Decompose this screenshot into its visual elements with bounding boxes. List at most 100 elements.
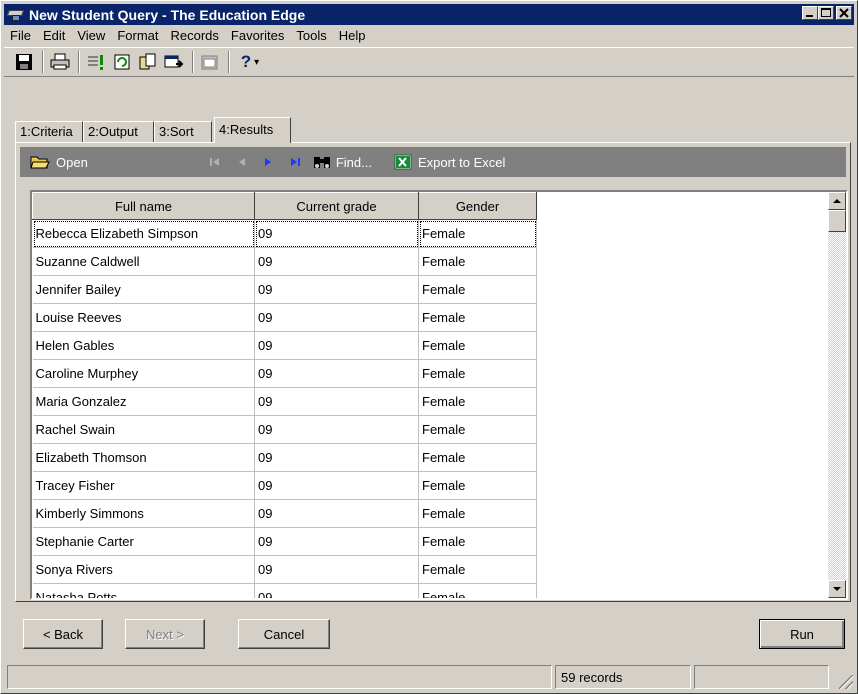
find-button[interactable]: Find... xyxy=(312,154,372,170)
cell-current-grade[interactable]: 09 xyxy=(254,443,419,472)
menu-records[interactable]: Records xyxy=(164,28,224,43)
export-excel-button[interactable]: Export to Excel xyxy=(394,154,505,170)
cell-full-name[interactable]: Caroline Murphey xyxy=(32,359,255,388)
resize-grip-icon[interactable] xyxy=(839,675,853,689)
print-icon[interactable] xyxy=(48,51,72,73)
open-button[interactable]: Open xyxy=(30,154,88,170)
next-button[interactable]: Next > xyxy=(125,619,205,649)
help-dropdown-icon[interactable]: ▾ xyxy=(254,57,259,68)
back-button[interactable]: < Back xyxy=(23,619,103,649)
cell-full-name[interactable]: Natasha Potts xyxy=(32,583,255,598)
cell-gender[interactable]: Female xyxy=(418,583,537,598)
table-row[interactable]: Rachel Swain 09 Female xyxy=(32,415,537,444)
cell-full-name[interactable]: Kimberly Simmons xyxy=(32,499,255,528)
cell-gender[interactable]: Female xyxy=(418,471,537,500)
cell-full-name[interactable]: Rebecca Elizabeth Simpson xyxy=(32,219,255,248)
close-icon[interactable] xyxy=(836,6,852,20)
results-grid[interactable]: Full name Current grade Gender Rebecca E… xyxy=(30,190,848,600)
cell-current-grade[interactable]: 09 xyxy=(254,331,419,360)
first-record-button[interactable] xyxy=(208,155,222,169)
previous-record-button[interactable] xyxy=(236,155,248,169)
cell-current-grade[interactable]: 09 xyxy=(254,415,419,444)
table-row[interactable]: Jennifer Bailey 09 Female xyxy=(32,275,537,304)
table-row[interactable]: Stephanie Carter 09 Female xyxy=(32,527,537,556)
cell-full-name[interactable]: Stephanie Carter xyxy=(32,527,255,556)
minimize-icon[interactable] xyxy=(802,6,818,20)
cell-gender[interactable]: Female xyxy=(418,219,537,248)
tab-criteria[interactable]: 1:Criteria xyxy=(15,121,83,143)
menu-view[interactable]: View xyxy=(71,28,111,43)
tab-output[interactable]: 2:Output xyxy=(83,121,154,143)
column-header-current-grade[interactable]: Current grade xyxy=(254,192,419,220)
vertical-scrollbar[interactable] xyxy=(828,192,846,598)
help-icon[interactable]: ? ▾ xyxy=(234,51,266,73)
menu-format[interactable]: Format xyxy=(111,28,164,43)
cell-full-name[interactable]: Elizabeth Thomson xyxy=(32,443,255,472)
cell-current-grade[interactable]: 09 xyxy=(254,303,419,332)
cell-current-grade[interactable]: 09 xyxy=(254,583,419,598)
copy-icon[interactable] xyxy=(136,51,160,73)
column-header-gender[interactable]: Gender xyxy=(418,192,537,220)
cell-current-grade[interactable]: 09 xyxy=(254,527,419,556)
cell-gender[interactable]: Female xyxy=(418,527,537,556)
cell-current-grade[interactable]: 09 xyxy=(254,247,419,276)
next-record-button[interactable] xyxy=(262,155,274,169)
cell-full-name[interactable]: Rachel Swain xyxy=(32,415,255,444)
tab-sort[interactable]: 3:Sort xyxy=(154,121,212,143)
cell-current-grade[interactable]: 09 xyxy=(254,219,419,248)
menu-file[interactable]: File xyxy=(4,28,37,43)
cell-gender[interactable]: Female xyxy=(418,415,537,444)
table-row[interactable]: Elizabeth Thomson 09 Female xyxy=(32,443,537,472)
export-icon[interactable] xyxy=(162,51,186,73)
cell-current-grade[interactable]: 09 xyxy=(254,359,419,388)
cell-full-name[interactable]: Maria Gonzalez xyxy=(32,387,255,416)
cell-current-grade[interactable]: 09 xyxy=(254,471,419,500)
cancel-button[interactable]: Cancel xyxy=(238,619,330,649)
column-header-full-name[interactable]: Full name xyxy=(32,192,255,220)
cell-gender[interactable]: Female xyxy=(418,359,537,388)
cell-gender[interactable]: Female xyxy=(418,387,537,416)
refresh-icon[interactable] xyxy=(110,51,134,73)
last-record-button[interactable] xyxy=(288,155,302,169)
cell-current-grade[interactable]: 09 xyxy=(254,275,419,304)
table-row[interactable]: Suzanne Caldwell 09 Female xyxy=(32,247,537,276)
menu-favorites[interactable]: Favorites xyxy=(225,28,290,43)
maximize-icon[interactable] xyxy=(818,6,834,20)
save-icon[interactable] xyxy=(12,51,36,73)
cell-gender[interactable]: Female xyxy=(418,303,537,332)
cell-gender[interactable]: Female xyxy=(418,275,537,304)
cell-gender[interactable]: Female xyxy=(418,555,537,584)
cell-full-name[interactable]: Louise Reeves xyxy=(32,303,255,332)
table-row[interactable]: Rebecca Elizabeth Simpson 09 Female xyxy=(32,219,537,248)
table-row[interactable]: Sonya Rivers 09 Female xyxy=(32,555,537,584)
cell-full-name[interactable]: Tracey Fisher xyxy=(32,471,255,500)
table-row[interactable]: Kimberly Simmons 09 Female xyxy=(32,499,537,528)
cell-gender[interactable]: Female xyxy=(418,499,537,528)
cell-current-grade[interactable]: 09 xyxy=(254,387,419,416)
cell-current-grade[interactable]: 09 xyxy=(254,555,419,584)
table-row[interactable]: Louise Reeves 09 Female xyxy=(32,303,537,332)
run-button[interactable]: Run xyxy=(759,619,845,649)
criteria-icon[interactable] xyxy=(84,51,108,73)
cell-gender[interactable]: Female xyxy=(418,247,537,276)
scroll-down-icon[interactable] xyxy=(828,580,846,598)
menu-tools[interactable]: Tools xyxy=(290,28,332,43)
scroll-up-icon[interactable] xyxy=(828,192,846,210)
cell-full-name[interactable]: Helen Gables xyxy=(32,331,255,360)
title-bar[interactable]: New Student Query - The Education Edge xyxy=(4,4,854,25)
cell-full-name[interactable]: Jennifer Bailey xyxy=(32,275,255,304)
tab-results[interactable]: 4:Results xyxy=(214,117,291,143)
table-row[interactable]: Tracey Fisher 09 Female xyxy=(32,471,537,500)
menu-help[interactable]: Help xyxy=(333,28,372,43)
cell-gender[interactable]: Female xyxy=(418,331,537,360)
menu-edit[interactable]: Edit xyxy=(37,28,71,43)
table-row[interactable]: Caroline Murphey 09 Female xyxy=(32,359,537,388)
table-row[interactable]: Helen Gables 09 Female xyxy=(32,331,537,360)
table-row[interactable]: Natasha Potts 09 Female xyxy=(32,583,537,598)
cell-current-grade[interactable]: 09 xyxy=(254,499,419,528)
table-row[interactable]: Maria Gonzalez 09 Female xyxy=(32,387,537,416)
cell-gender[interactable]: Female xyxy=(418,443,537,472)
cell-full-name[interactable]: Suzanne Caldwell xyxy=(32,247,255,276)
properties-icon[interactable] xyxy=(198,51,222,73)
cell-full-name[interactable]: Sonya Rivers xyxy=(32,555,255,584)
